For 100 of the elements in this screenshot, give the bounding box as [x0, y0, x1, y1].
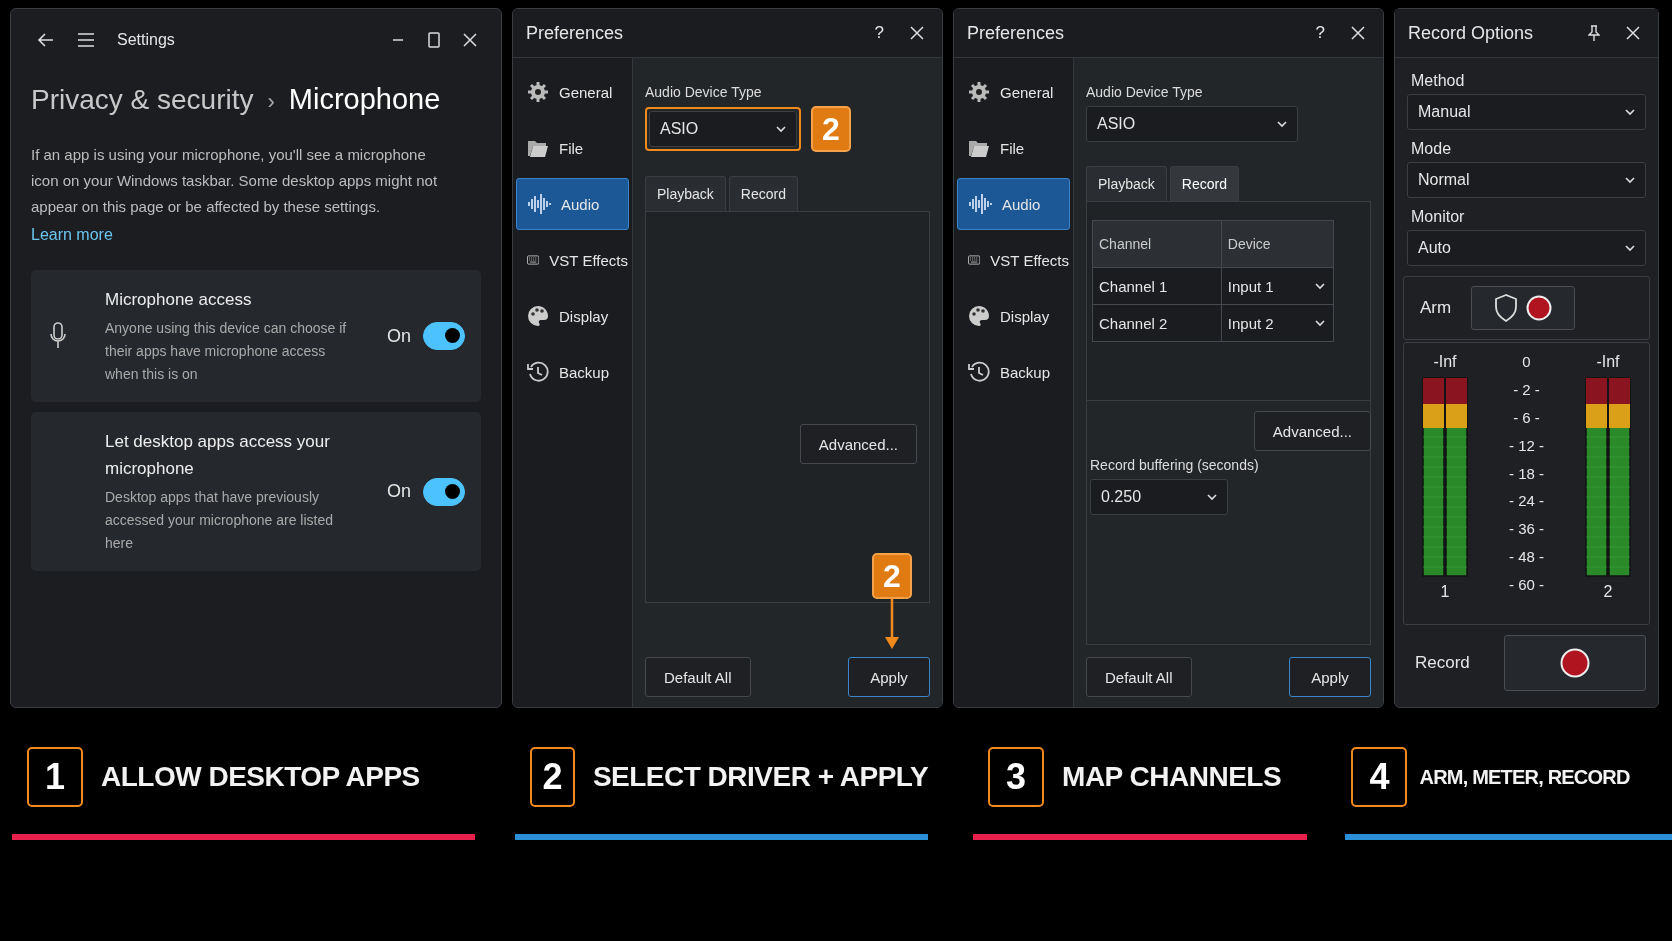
- step-number: 3: [988, 747, 1045, 807]
- gear-icon: [968, 81, 990, 103]
- pin-icon[interactable]: [1588, 25, 1600, 41]
- history-icon: [968, 361, 990, 383]
- history-icon: [527, 361, 549, 383]
- chevron-icon: [1625, 176, 1635, 184]
- gear-icon: [527, 81, 549, 103]
- scale-label: - 48 -: [1509, 548, 1544, 566]
- page-title: Microphone: [288, 83, 441, 116]
- chevron-icon: [776, 125, 786, 133]
- learn-more-link[interactable]: Learn more: [31, 226, 113, 244]
- device-dropdown[interactable]: Input 2: [1221, 305, 1333, 341]
- close-icon[interactable]: [463, 33, 477, 47]
- microphone-icon: [49, 322, 67, 350]
- toggle-switch[interactable]: [423, 322, 465, 350]
- nav-item[interactable]: Backup: [957, 346, 1070, 398]
- nav-item[interactable]: Display: [957, 290, 1070, 342]
- field-label: Audio Device Type: [1086, 84, 1203, 100]
- scale-label: - 36 -: [1509, 520, 1544, 538]
- arm-button[interactable]: [1471, 286, 1576, 330]
- advanced-button[interactable]: Advanced...: [1253, 411, 1371, 451]
- scale-label: - 12 -: [1509, 436, 1544, 454]
- maximize-icon[interactable]: [427, 32, 441, 48]
- close-icon[interactable]: [1626, 26, 1640, 40]
- setting-description: Desktop apps that have previously accessed your microphone are listed here: [105, 488, 334, 553]
- default-all-button[interactable]: Default All: [645, 657, 751, 697]
- breadcrumb-separator: ›: [267, 89, 275, 115]
- field-label: Method: [1411, 72, 1466, 90]
- nav-item[interactable]: General: [957, 66, 1070, 118]
- table-cell: Channel 1: [1092, 267, 1222, 305]
- advanced-button[interactable]: Advanced...: [799, 424, 917, 464]
- step-badge: 2: [872, 553, 912, 599]
- step-caption: SELECT DRIVER + APPLY: [592, 761, 929, 793]
- record-dot-icon: [1559, 648, 1590, 678]
- toggle-state-label: On: [387, 325, 411, 347]
- tab[interactable]: Record: [728, 176, 798, 211]
- record-label: Record: [1415, 653, 1470, 673]
- step-number: 1: [27, 747, 83, 807]
- dropdown[interactable]: Normal: [1407, 162, 1646, 198]
- folder-icon: [527, 138, 549, 158]
- field-label: Audio Device Type: [645, 84, 762, 100]
- scale-label: - 6 -: [1513, 408, 1540, 426]
- apply-button[interactable]: Apply: [1289, 657, 1371, 697]
- scale-label: - 2 -: [1513, 380, 1540, 398]
- arrow-icon: [885, 599, 899, 649]
- default-all-button[interactable]: Default All: [1086, 657, 1192, 697]
- nav-item[interactable]: File: [516, 122, 629, 174]
- chevron-icon: [1315, 319, 1325, 327]
- scale-label: - 18 -: [1509, 464, 1544, 482]
- window-title: Settings: [117, 31, 175, 49]
- scale-label: - 24 -: [1509, 492, 1544, 510]
- waveform-icon: [968, 193, 992, 215]
- nav-item[interactable]: Audio: [516, 178, 629, 230]
- meter-channel-number: 2: [1603, 583, 1613, 601]
- arm-label: Arm: [1420, 298, 1452, 318]
- step-badge: 2: [811, 106, 851, 152]
- field-label: Mode: [1411, 140, 1453, 158]
- tab[interactable]: Playback: [645, 176, 726, 211]
- dropdown[interactable]: ASIO: [649, 111, 797, 147]
- breadcrumb-link[interactable]: Privacy & security: [31, 84, 254, 116]
- step-caption: ARM, METER, RECORD: [1419, 765, 1630, 789]
- window-title: Record Options: [1408, 22, 1534, 44]
- back-icon[interactable]: [37, 31, 55, 49]
- toggle-switch[interactable]: [423, 477, 465, 506]
- nav-item[interactable]: VST Effects: [957, 234, 1070, 286]
- help-button[interactable]: ?: [1315, 23, 1325, 43]
- nav-item[interactable]: VST Effects: [516, 234, 629, 286]
- close-icon[interactable]: [1351, 26, 1365, 40]
- nav-item[interactable]: Backup: [516, 346, 629, 398]
- dropdown[interactable]: ASIO: [1086, 106, 1298, 142]
- field-label: Record buffering (seconds): [1090, 457, 1259, 473]
- chevron-icon: [1207, 493, 1217, 501]
- shield-icon: [1494, 294, 1519, 322]
- setting-title: Let desktop apps access your microphone: [105, 431, 331, 480]
- palette-icon: [527, 305, 549, 327]
- dropdown[interactable]: 0.250: [1090, 479, 1228, 515]
- step-number: 2: [530, 747, 575, 807]
- help-button[interactable]: ?: [874, 23, 884, 43]
- folder-icon: [968, 138, 990, 158]
- setting-description: Anyone using this device can choose if their apps have microphone access when this is on: [105, 319, 348, 384]
- nav-item[interactable]: General: [516, 66, 629, 118]
- window-title: Preferences: [526, 22, 624, 44]
- step-caption: MAP CHANNELS: [1062, 761, 1282, 793]
- tab[interactable]: Record: [1169, 166, 1239, 201]
- nav-item[interactable]: File: [957, 122, 1070, 174]
- record-dot-icon: [1526, 295, 1553, 321]
- menu-icon[interactable]: [77, 32, 95, 48]
- dropdown[interactable]: Manual: [1407, 94, 1646, 130]
- scale-label: 0: [1522, 353, 1531, 370]
- description-text: If an app is using your microphone, you'll see a microphone icon on your Windows taskbar. Some desktop apps might not appear on this page or be affected by these settings.: [31, 145, 439, 217]
- device-dropdown[interactable]: Input 1: [1221, 268, 1333, 304]
- apply-button[interactable]: Apply: [848, 657, 930, 697]
- dropdown[interactable]: Auto: [1407, 230, 1646, 266]
- nav-item[interactable]: Display: [516, 290, 629, 342]
- window-title: Preferences: [967, 22, 1065, 44]
- chevron-icon: [1625, 244, 1635, 252]
- tab[interactable]: Playback: [1086, 166, 1167, 201]
- nav-item[interactable]: Audio: [957, 178, 1070, 230]
- record-button[interactable]: [1503, 635, 1646, 691]
- close-icon[interactable]: [910, 26, 924, 40]
